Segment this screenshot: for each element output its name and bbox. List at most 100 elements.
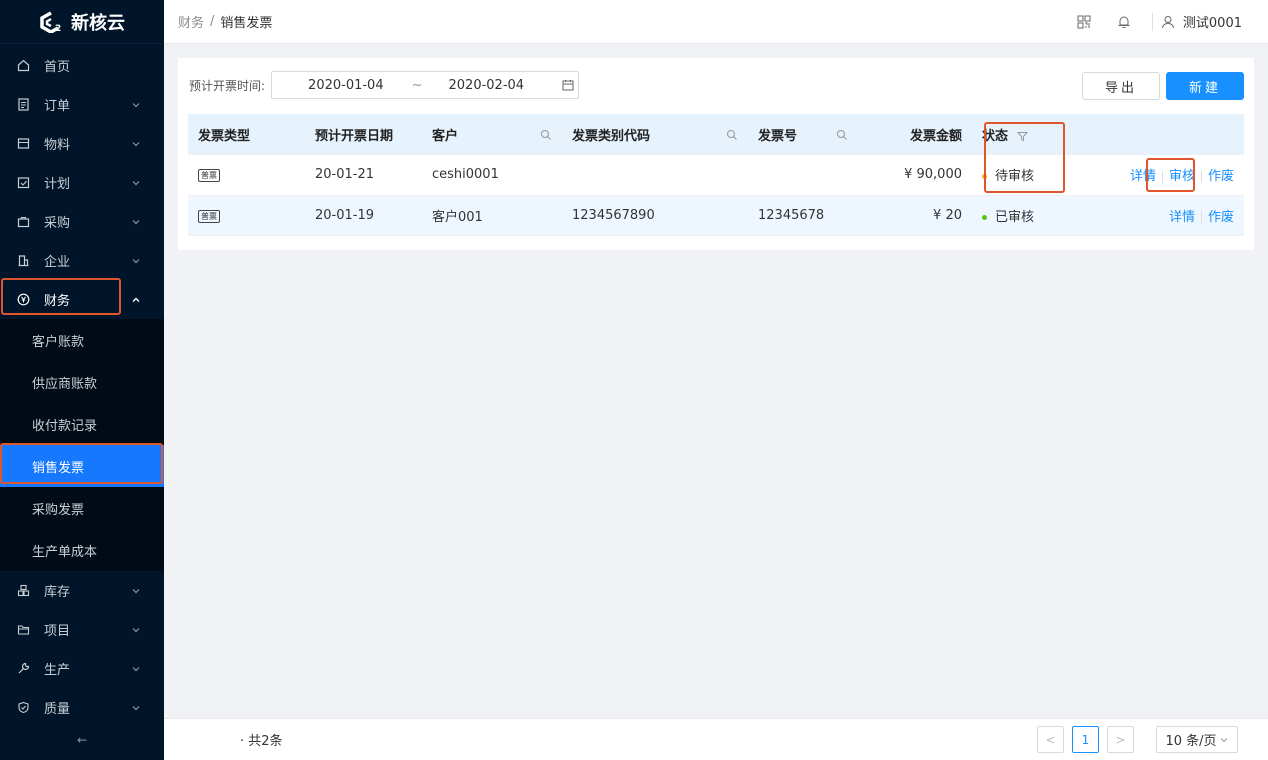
sidebar-subitem-purchase-invoice[interactable]: 采购发票 <box>0 487 164 529</box>
sidebar-item-materials[interactable]: 物料 <box>0 124 164 163</box>
notification-button[interactable] <box>1104 0 1144 44</box>
sidebar-item-enterprise[interactable]: 企业 <box>0 241 164 280</box>
user-name: 测试0001 <box>1182 16 1242 31</box>
new-invoice-button[interactable]: 新建 <box>1166 72 1244 100</box>
user-menu[interactable]: 测试0001 <box>1161 12 1254 31</box>
cell-date: 20-01-21 <box>305 155 422 196</box>
sidebar-item-label: 生产 <box>44 663 71 678</box>
calendar-icon <box>562 80 574 91</box>
breadcrumb-parent[interactable]: 财务 <box>178 12 204 31</box>
logo-icon: 2 <box>40 10 61 33</box>
chevron-up-icon <box>132 297 140 302</box>
finance-submenu: 客户账款 供应商账款 收付款记录 销售发票 采购发票 生产单成本 <box>0 319 164 571</box>
sidebar-item-label: 订单 <box>44 99 71 114</box>
export-button[interactable]: 导出 <box>1082 72 1160 100</box>
cell-status: 已审核 <box>972 195 1062 236</box>
chevron-down-icon <box>132 627 140 632</box>
sidebar-item-label: 企业 <box>44 255 71 270</box>
status-dot <box>982 174 987 180</box>
breadcrumb-current: 销售发票 <box>220 16 273 31</box>
date-filter: 预计开票时间: 2020-01-04 ~ 2020-02-04 <box>189 71 580 99</box>
shield-check-icon <box>16 701 30 715</box>
cell-code: 1234567890 <box>562 195 748 236</box>
sidebar-item-label: 质量 <box>44 702 71 717</box>
sidebar-item-label: 项目 <box>44 624 71 639</box>
cell-status: 待审核 <box>972 155 1062 196</box>
filter-icon[interactable] <box>1016 131 1028 142</box>
cell-number: 12345678 <box>748 195 858 236</box>
sidebar-subitem-customer-accounts[interactable]: 客户账款 <box>0 319 164 361</box>
page-size-select[interactable]: 10 条/页 <box>1156 726 1238 753</box>
sidebar-item-inventory[interactable]: 库存 <box>0 571 164 610</box>
invoice-table: 发票类型 预计开票日期 客户 发票类别代码 发票号 发票金额 状态 普票 20-… <box>188 114 1244 236</box>
chevron-down-icon <box>132 258 140 263</box>
col-header-status: 状态 <box>972 114 1062 155</box>
sidebar-item-label: 计划 <box>44 177 71 192</box>
cell-actions: 详情 审核 作废 <box>1062 155 1244 196</box>
folder-icon <box>16 623 30 637</box>
review-link[interactable]: 审核 <box>1169 169 1195 184</box>
sidebar-item-purchase[interactable]: 采购 <box>0 202 164 241</box>
search-icon[interactable] <box>540 129 552 141</box>
shopping-bag-icon <box>16 215 30 229</box>
arrow-left-icon: ← <box>76 733 88 747</box>
detail-link[interactable]: 详情 <box>1169 210 1195 225</box>
bell-icon <box>1118 16 1130 28</box>
sidebar-item-label: 库存 <box>44 585 71 600</box>
table-header-row: 发票类型 预计开票日期 客户 发票类别代码 发票号 发票金额 状态 <box>188 114 1244 155</box>
building-icon <box>16 254 30 268</box>
cell-date: 20-01-19 <box>305 195 422 236</box>
header-divider <box>1151 12 1153 31</box>
invoice-type-tag: 普票 <box>198 169 220 183</box>
invoice-list-card: 预计开票时间: 2020-01-04 ~ 2020-02-04 导出 新建 发票… <box>178 58 1254 250</box>
sidebar-subitem-sales-invoice[interactable]: 销售发票 <box>0 445 164 487</box>
sidebar-subitem-supplier-accounts[interactable]: 供应商账款 <box>0 361 164 403</box>
filter-label: 预计开票时间: <box>189 78 266 93</box>
end-date[interactable]: 2020-02-04 <box>449 78 525 93</box>
sidebar-item-home[interactable]: 首页 <box>0 46 164 85</box>
void-link[interactable]: 作废 <box>1208 210 1234 225</box>
page-1-button[interactable]: 1 <box>1072 726 1099 753</box>
action-divider <box>1200 211 1202 223</box>
cell-actions: 详情 作废 <box>1062 195 1244 236</box>
app-logo[interactable]: 2 新核云 <box>0 0 164 44</box>
chevron-down-icon <box>132 102 140 107</box>
start-date[interactable]: 2020-01-04 <box>308 78 384 93</box>
warehouse-icon <box>16 584 30 598</box>
col-header-amount: 发票金额 <box>858 114 972 155</box>
chevron-down-icon <box>132 180 140 185</box>
action-divider <box>1200 170 1202 183</box>
calendar-check-icon <box>16 176 30 190</box>
sidebar-item-plan[interactable]: 计划 <box>0 163 164 202</box>
status-dot <box>982 214 987 220</box>
logo-text: 新核云 <box>71 12 125 34</box>
search-icon[interactable] <box>726 129 738 141</box>
sidebar-item-label: 物料 <box>44 138 71 153</box>
status-text: 已审核 <box>995 209 1035 225</box>
sidebar-item-projects[interactable]: 项目 <box>0 610 164 649</box>
table-row: 普票 20-01-21 ceshi0001 ¥ 90,000 待审核 详情 审核作… <box>188 155 1244 196</box>
search-icon[interactable] <box>836 129 848 141</box>
cell-customer: ceshi0001 <box>422 155 562 196</box>
breadcrumb-separator: / <box>210 14 215 29</box>
status-text: 待审核 <box>995 169 1035 185</box>
sidebar-item-finance[interactable]: 财务 <box>0 280 164 319</box>
void-link[interactable]: 作废 <box>1208 169 1234 184</box>
collapse-sidebar-button[interactable]: ← <box>0 720 164 760</box>
total-count: · 共2条 <box>240 734 283 749</box>
col-header-actions <box>1062 114 1244 155</box>
next-page-button[interactable]: > <box>1107 726 1134 753</box>
invoice-type-tag: 普票 <box>198 209 220 223</box>
chevron-down-icon <box>132 219 140 224</box>
detail-link[interactable]: 详情 <box>1130 169 1156 184</box>
date-range-picker[interactable]: 2020-01-04 ~ 2020-02-04 <box>271 71 580 99</box>
sidebar-item-label: 采购 <box>44 216 71 231</box>
sidebar-subitem-production-cost[interactable]: 生产单成本 <box>0 529 164 571</box>
sidebar-item-label: 首页 <box>44 60 71 75</box>
prev-page-button[interactable]: < <box>1037 726 1064 753</box>
sidebar-item-production[interactable]: 生产 <box>0 649 164 688</box>
sidebar-item-orders[interactable]: 订单 <box>0 85 164 124</box>
col-header-type: 发票类型 <box>188 114 305 155</box>
qrcode-button[interactable] <box>1064 0 1104 44</box>
sidebar-subitem-payment-records[interactable]: 收付款记录 <box>0 403 164 445</box>
